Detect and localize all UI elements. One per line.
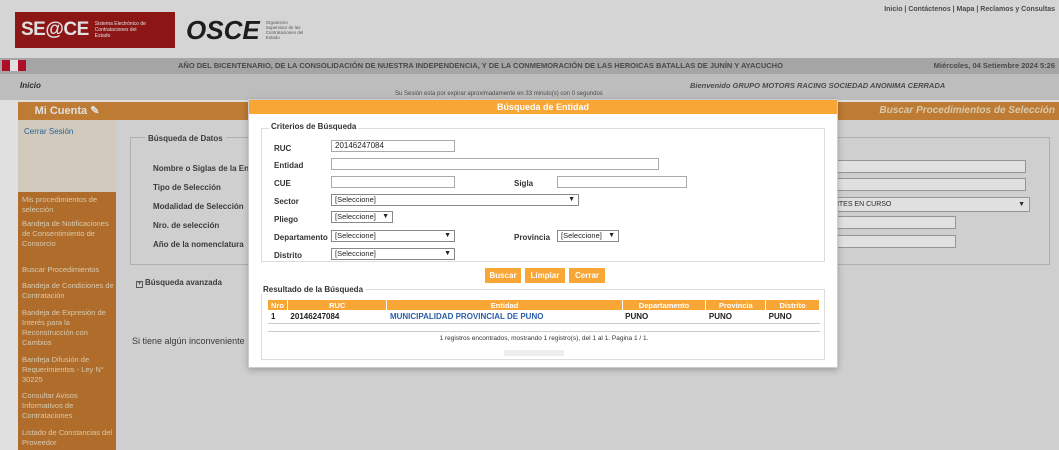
entity-search-modal: Búsqueda de Entidad Criterios de Búsqued… <box>248 99 838 368</box>
sector-select[interactable]: [Seleccione] ▼ <box>331 194 579 206</box>
column-header: Provincia <box>705 300 767 310</box>
cell-distrito: PUNO <box>765 310 820 324</box>
pliego-select[interactable]: [Seleccione] ▼ <box>331 211 393 223</box>
entidad-label: Entidad <box>274 161 304 170</box>
ruc-input[interactable]: 20146247084 <box>331 140 455 152</box>
chevron-down-icon: ▼ <box>382 213 389 220</box>
table-row[interactable]: 1 20146247084 MUNICIPALIDAD PROVINCIAL D… <box>268 310 820 324</box>
chevron-down-icon: ▼ <box>568 196 575 203</box>
provincia-select[interactable]: [Seleccione] ▼ <box>557 230 619 242</box>
sector-label: Sector <box>274 197 299 206</box>
limpiar-button[interactable]: Limpiar <box>525 268 565 283</box>
cell-departamento: PUNO <box>622 310 706 324</box>
provincia-select-value: [Seleccione] <box>561 231 602 240</box>
chevron-down-icon: ▼ <box>608 232 615 239</box>
column-header: Nro <box>268 300 288 310</box>
cue-input[interactable] <box>331 176 455 188</box>
modal-title: Búsqueda de Entidad <box>249 100 837 114</box>
cell-provincia: PUNO <box>705 310 766 324</box>
ruc-label: RUC <box>274 144 292 153</box>
provincia-label: Provincia <box>514 233 551 242</box>
results-table: Nro RUC Entidad Departamento Provincia D… <box>268 300 820 332</box>
pliego-label: Pliego <box>274 215 299 224</box>
results-count: 1 registros encontrados, mostrando 1 reg… <box>439 335 649 342</box>
cue-label: CUE <box>274 179 291 188</box>
column-header: Entidad <box>386 300 623 310</box>
distrito-label: Distrito <box>274 251 302 260</box>
cell-ruc: 20146247084 <box>287 310 387 324</box>
distrito-select[interactable]: [Seleccione] ▼ <box>331 248 455 260</box>
column-header: Distrito <box>765 300 820 310</box>
pliego-select-value: [Seleccione] <box>335 212 376 221</box>
cell-entidad-link[interactable]: MUNICIPALIDAD PROVINCIAL DE PUNO <box>386 310 623 324</box>
distrito-select-value: [Seleccione] <box>335 249 376 258</box>
chevron-down-icon: ▼ <box>444 250 451 257</box>
table-row-empty <box>268 323 820 332</box>
cell-nro: 1 <box>268 310 288 324</box>
entidad-input[interactable] <box>331 158 659 170</box>
criteria-legend: Criterios de Búsqueda <box>269 122 359 131</box>
pager[interactable] <box>504 350 564 356</box>
sector-select-value: [Seleccione] <box>335 195 376 204</box>
column-header: RUC <box>287 300 388 310</box>
sigla-input[interactable] <box>557 176 687 188</box>
departamento-select-value: [Seleccione] <box>335 231 376 240</box>
table-header-row: Nro RUC Entidad Departamento Provincia D… <box>268 300 820 310</box>
column-header: Departamento <box>622 300 707 310</box>
cerrar-button[interactable]: Cerrar <box>569 268 605 283</box>
departamento-label: Departamento <box>274 233 328 242</box>
departamento-select[interactable]: [Seleccione] ▼ <box>331 230 455 242</box>
sigla-label: Sigla <box>514 179 534 188</box>
chevron-down-icon: ▼ <box>444 232 451 239</box>
results-legend: Resultado de la Búsqueda <box>261 285 366 294</box>
buscar-button[interactable]: Buscar <box>485 268 521 283</box>
